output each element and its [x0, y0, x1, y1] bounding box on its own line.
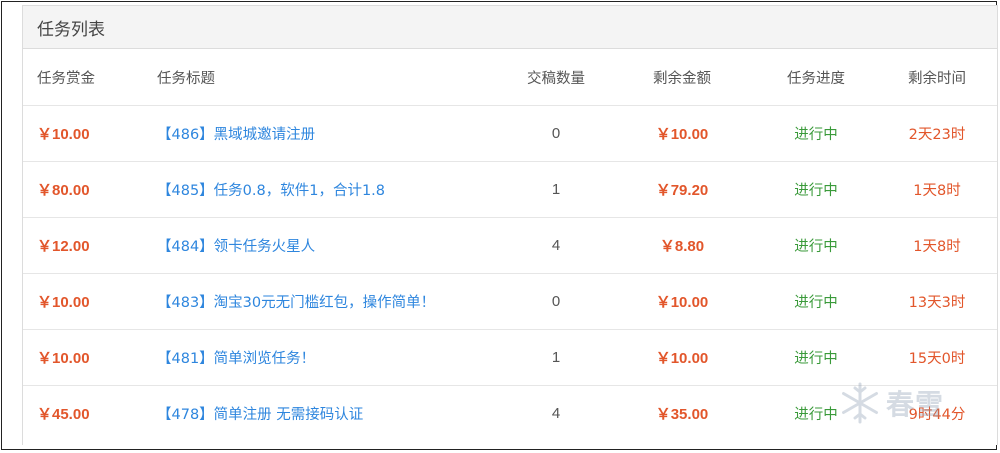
col-header-remain: 剩余金额: [653, 70, 711, 87]
table-row: ￥10.00 【486】黑域城邀请注册 0 ￥10.00 进行中 2天23时: [23, 106, 997, 162]
submission-count: 1: [551, 349, 561, 366]
table-row: ￥10.00 【483】淘宝30元无门槛红包，操作简单！ 0 ￥10.00 进行…: [23, 274, 997, 330]
col-header-title: 任务标题: [157, 70, 215, 87]
remaining-time: 1天8时: [913, 183, 961, 199]
task-title-link[interactable]: 【478】简单注册 无需接码认证: [157, 386, 363, 441]
task-title-link[interactable]: 【486】黑域城邀请注册: [157, 106, 315, 161]
task-status: 进行中: [794, 183, 838, 199]
watermark: 春雪: [838, 378, 944, 428]
task-status: 进行中: [794, 127, 838, 143]
task-reward: ￥45.00: [37, 406, 90, 423]
panel-header: 任务列表: [23, 6, 997, 49]
remaining-amount: ￥79.20: [655, 182, 709, 199]
remaining-time: 2天23时: [908, 127, 966, 143]
task-title-link[interactable]: 【483】淘宝30元无门槛红包，操作简单！: [157, 274, 435, 329]
table-header: 任务赏金 任务标题 交稿数量 剩余金额 任务进度 剩余时间: [23, 49, 997, 106]
submission-count: 1: [551, 181, 561, 198]
task-title-link[interactable]: 【484】领卡任务火星人: [157, 218, 315, 273]
task-reward: ￥12.00: [37, 238, 90, 255]
task-status: 进行中: [794, 351, 838, 367]
panel-title: 任务列表: [37, 19, 105, 40]
task-reward: ￥10.00: [37, 350, 90, 367]
col-header-count: 交稿数量: [527, 70, 585, 87]
watermark-text: 春雪: [886, 388, 945, 421]
table-row: ￥80.00 【485】任务0.8，软件1，合计1.8 1 ￥79.20 进行中…: [23, 162, 997, 218]
remaining-amount: ￥35.00: [655, 406, 709, 423]
remaining-amount: ￥10.00: [655, 294, 709, 311]
task-status: 进行中: [794, 295, 838, 311]
submission-count: 4: [551, 405, 561, 422]
remaining-time: 15天0时: [908, 351, 966, 367]
submission-count: 0: [551, 293, 561, 310]
col-header-reward: 任务赏金: [37, 70, 95, 87]
submission-count: 4: [551, 237, 561, 254]
snowflake-icon: [842, 382, 878, 424]
remaining-time: 13天3时: [908, 295, 966, 311]
remaining-amount: ￥10.00: [655, 126, 709, 143]
col-header-time: 剩余时间: [908, 70, 966, 87]
remaining-amount: ￥10.00: [655, 350, 709, 367]
submission-count: 0: [551, 125, 561, 142]
table-row: ￥12.00 【484】领卡任务火星人 4 ￥8.80 进行中 1天8时: [23, 218, 997, 274]
screenshot-frame: 任务列表 任务赏金 任务标题 交稿数量 剩余金额 任务进度 剩余时间 ￥10.0…: [1, 1, 998, 450]
task-status: 进行中: [794, 239, 838, 255]
task-reward: ￥80.00: [37, 182, 90, 199]
task-title-link[interactable]: 【481】简单浏览任务！: [157, 330, 315, 385]
remaining-amount: ￥8.80: [659, 238, 705, 255]
remaining-time: 1天8时: [913, 239, 961, 255]
task-title-link[interactable]: 【485】任务0.8，软件1，合计1.8: [157, 162, 385, 217]
task-reward: ￥10.00: [37, 126, 90, 143]
task-reward: ￥10.00: [37, 294, 90, 311]
col-header-progress: 任务进度: [787, 70, 845, 87]
